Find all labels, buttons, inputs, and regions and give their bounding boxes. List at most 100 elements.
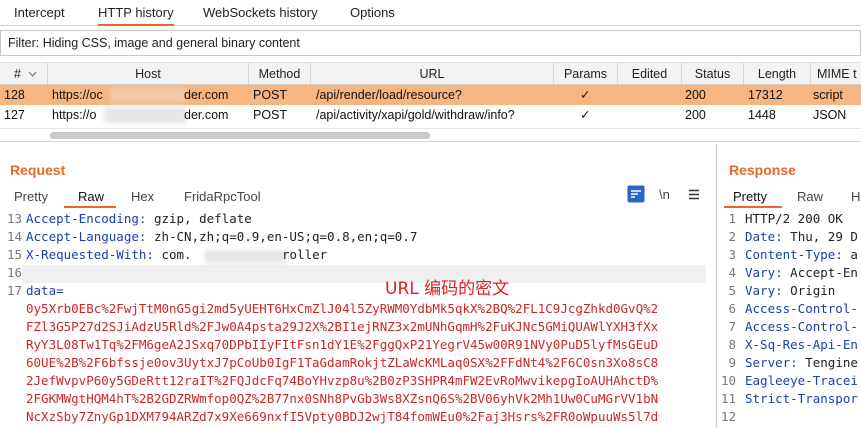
- header-value: Thu, 29 D: [782, 229, 858, 244]
- col-header-host[interactable]: Host: [48, 63, 249, 85]
- header-key: Access-Control-: [745, 301, 858, 316]
- menu-icon[interactable]: [688, 189, 700, 200]
- body-line: NcXzSby7ZnyGp1DXM794ARZd7x9Xe669nxfI5Vpt…: [26, 409, 659, 424]
- row-mime: script: [813, 88, 843, 102]
- header-value-end: roller: [282, 247, 328, 262]
- header-key: Accept-Language: [26, 229, 139, 244]
- header-key: X-Requested-With: [26, 247, 147, 262]
- redacted-host: [104, 107, 186, 123]
- line-number: 6: [728, 301, 736, 316]
- response-header-line: Vary: Origin: [745, 283, 836, 298]
- col-header-num-label: #: [14, 67, 21, 81]
- header-key: Access-Control-: [745, 319, 858, 334]
- header-key: Eagleeye-Tracei: [745, 373, 858, 388]
- body-line: RyY3L08Tw1Tq%2FM6geA2JSxq70DPbIIyFItFsn1…: [26, 337, 659, 352]
- header-key: Date: [745, 229, 776, 244]
- line-number: 13: [6, 211, 22, 226]
- tab-options[interactable]: Options: [350, 0, 395, 26]
- request-tab-fridarpctool[interactable]: FridaRpcTool: [184, 189, 261, 204]
- row-num: 128: [4, 88, 25, 102]
- response-editor[interactable]: 1 HTTP/2 200 OK 2 Date: Thu, 29 D 3 Cont…: [720, 210, 861, 428]
- table-row[interactable]: 127 https://o der.com POST /api/activity…: [0, 105, 861, 125]
- header-value: Origin: [782, 283, 836, 298]
- response-header-line: Content-Type: a: [745, 247, 858, 262]
- line-number: 7: [728, 319, 736, 334]
- table-header: # Host Method URL Params Edited Status L…: [0, 62, 861, 85]
- row-host-start: https://oc: [52, 88, 103, 102]
- col-header-edited[interactable]: Edited: [618, 63, 682, 85]
- filter-text: Filter: Hiding CSS, image and general bi…: [8, 36, 300, 50]
- scrollbar-thumb[interactable]: [50, 132, 430, 139]
- header-key: Vary: [745, 283, 776, 298]
- request-tab-raw[interactable]: Raw: [78, 189, 104, 204]
- row-host-start: https://o: [52, 108, 97, 122]
- body-param-name: data=: [26, 283, 64, 298]
- header-value: a: [842, 247, 858, 262]
- row-method: POST: [253, 108, 288, 122]
- col-header-url[interactable]: URL: [311, 63, 554, 85]
- line-number: 12: [720, 409, 736, 424]
- col-header-params[interactable]: Params: [554, 63, 618, 85]
- history-table: # Host Method URL Params Edited Status L…: [0, 62, 861, 128]
- message-actions-icon[interactable]: [627, 185, 645, 203]
- response-header-line: Date: Thu, 29 D: [745, 229, 858, 244]
- body-line: 2FGKMWgtHQM4hT%2B2GDZRWmfop0QZ%2B77nx0SN…: [26, 391, 659, 406]
- row-length: 17312: [748, 88, 783, 102]
- header-value: Accept-En: [782, 265, 858, 280]
- line-number: 14: [6, 229, 22, 244]
- line-number: 3: [728, 247, 736, 262]
- line-number: 5: [728, 283, 736, 298]
- col-header-status[interactable]: Status: [682, 63, 744, 85]
- line-number: 11: [720, 391, 736, 406]
- sort-chevron-icon: [28, 71, 37, 77]
- request-active-tab-underline: [64, 206, 116, 208]
- line-number: 17: [6, 283, 22, 298]
- top-tab-bar: Intercept HTTP history WebSockets histor…: [0, 0, 861, 26]
- table-horizontal-scrollbar[interactable]: [0, 128, 861, 142]
- response-tab-pretty[interactable]: Pretty: [733, 189, 767, 204]
- line-number: 1: [728, 211, 736, 226]
- row-url: /api/activity/xapi/gold/withdraw/info?: [316, 108, 515, 122]
- row-length: 1448: [748, 108, 776, 122]
- request-tab-pretty[interactable]: Pretty: [14, 189, 48, 204]
- col-header-length[interactable]: Length: [744, 63, 811, 85]
- request-header-line: Accept-Encoding: gzip, deflate: [26, 211, 252, 226]
- col-header-method[interactable]: Method: [249, 63, 311, 85]
- header-key: Server: [745, 355, 791, 370]
- response-header-line: Vary: Accept-En: [745, 265, 858, 280]
- request-editor[interactable]: 13 Accept-Encoding: gzip, deflate 14 Acc…: [0, 210, 708, 428]
- table-row[interactable]: 128 https://oc der.com POST /api/render/…: [0, 85, 861, 105]
- col-header-num[interactable]: #: [0, 63, 48, 85]
- row-status: 200: [685, 108, 706, 122]
- tab-websockets-history[interactable]: WebSockets history: [203, 0, 318, 26]
- row-mime: JSON: [813, 108, 847, 122]
- header-key: Content-Type: [745, 247, 836, 262]
- response-header-line: Server: Tengine: [745, 355, 858, 370]
- body-line: 2JefWvpvP60y5GDeRtt12raIT%2FQJdcFq74BoYH…: [26, 373, 659, 388]
- line-number: 15: [6, 247, 22, 262]
- response-tab-hex[interactable]: H: [851, 189, 860, 204]
- line-number: 4: [728, 265, 736, 280]
- line-number: 10: [720, 373, 736, 388]
- header-value: Tengine: [797, 355, 858, 370]
- row-method: POST: [253, 88, 288, 102]
- newline-toggle-icon[interactable]: \n: [659, 187, 670, 202]
- filter-bar[interactable]: Filter: Hiding CSS, image and general bi…: [0, 30, 861, 56]
- row-host-end: der.com: [184, 88, 229, 102]
- row-url: /api/render/load/resource?: [316, 88, 462, 102]
- row-status: 200: [685, 88, 706, 102]
- request-header-line: X-Requested-With: com.: [26, 247, 192, 262]
- request-header-line: Accept-Language: zh-CN,zh;q=0.9,en-US;q=…: [26, 229, 418, 244]
- tab-intercept[interactable]: Intercept: [14, 0, 65, 26]
- response-tab-raw[interactable]: Raw: [797, 189, 823, 204]
- panel-divider[interactable]: [716, 144, 717, 428]
- redacted-host: [110, 87, 186, 103]
- header-key: Vary: [745, 265, 776, 280]
- response-active-tab-underline: [724, 206, 782, 208]
- tab-http-history[interactable]: HTTP history: [98, 0, 174, 26]
- col-header-mime[interactable]: MIME t: [811, 63, 861, 85]
- header-value-start: com.: [153, 247, 192, 262]
- request-tab-hex[interactable]: Hex: [131, 189, 154, 204]
- response-panel-title: Response: [729, 162, 796, 178]
- redacted-package: [205, 250, 287, 264]
